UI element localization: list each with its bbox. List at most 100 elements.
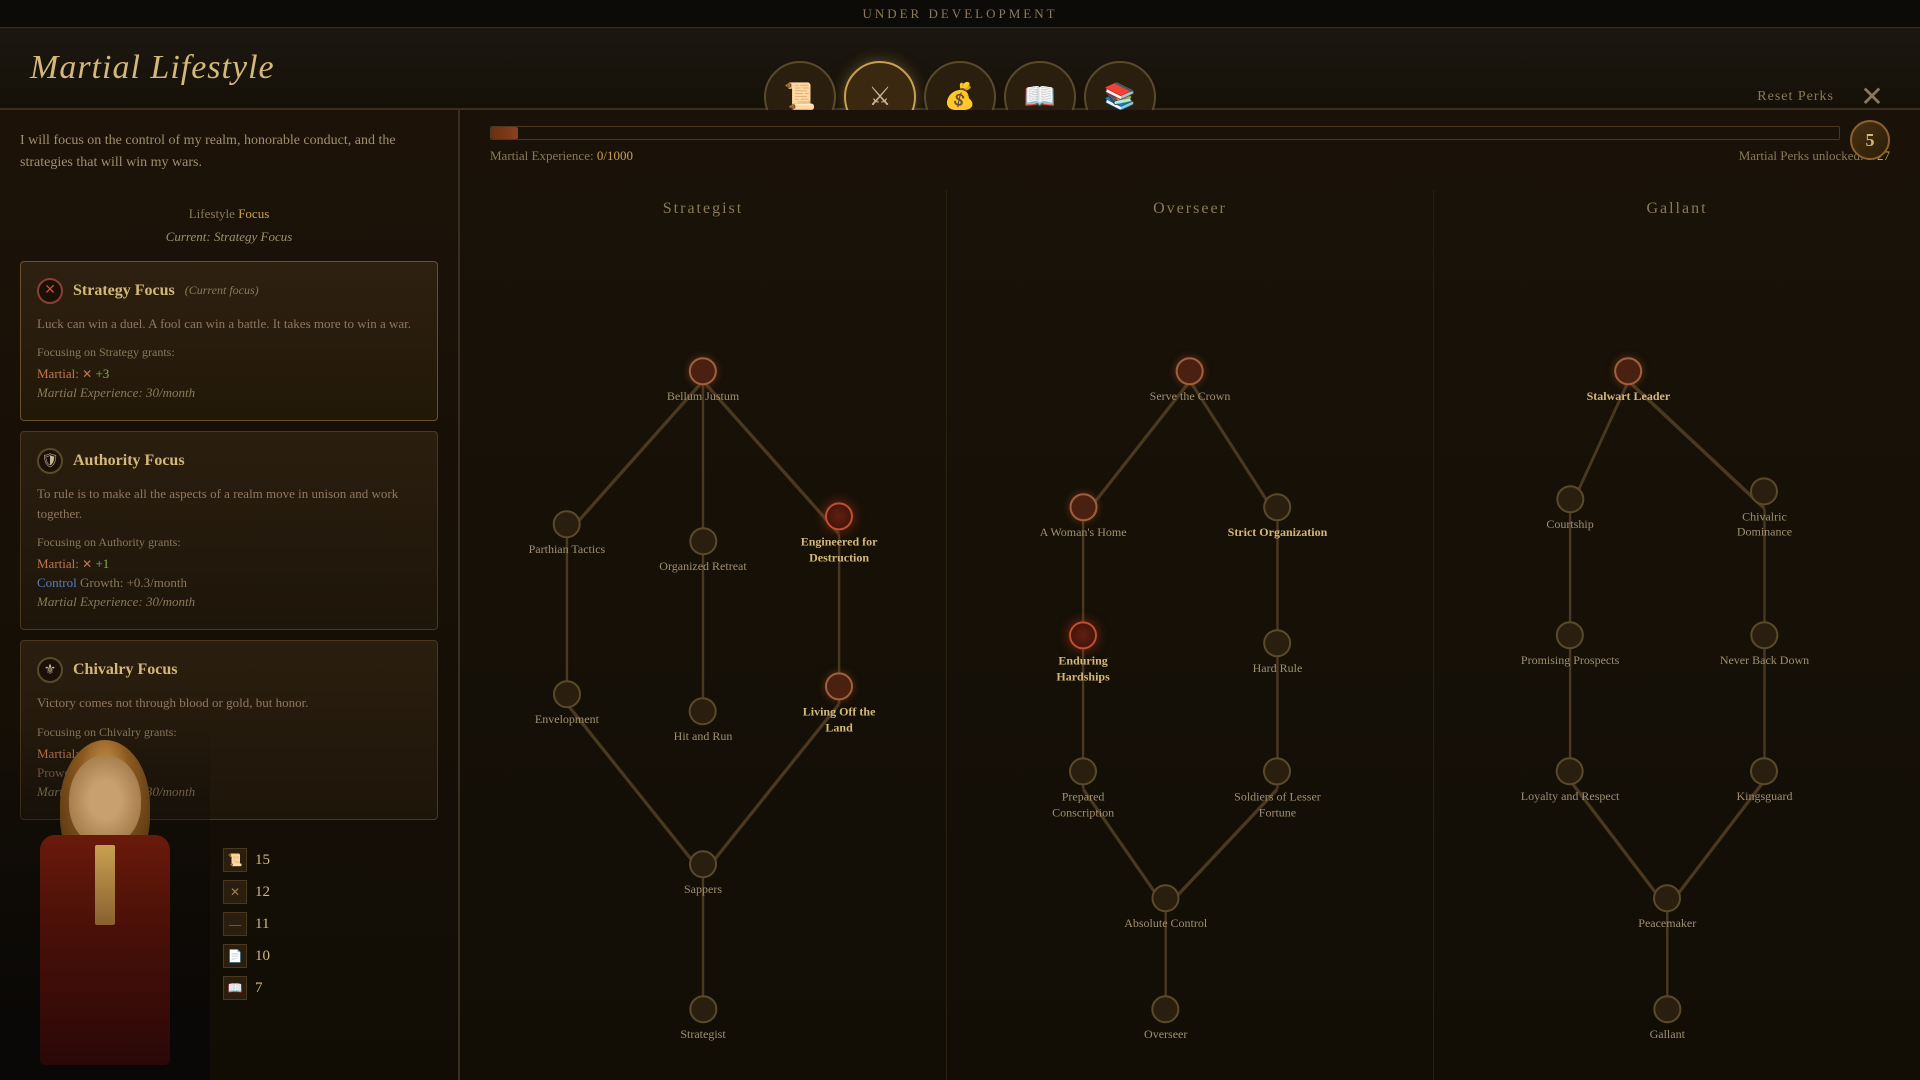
perk-serve-crown[interactable]: Serve the Crown bbox=[1150, 357, 1231, 405]
strategy-grants: Focusing on Strategy grants: bbox=[37, 345, 421, 360]
perk-gallant-bottom[interactable]: Gallant bbox=[1650, 995, 1685, 1043]
strategy-card-header: ✕ Strategy Focus (Current focus) bbox=[37, 278, 421, 304]
parthian-tactics-label: Parthian Tactics bbox=[529, 542, 606, 558]
serve-crown-circle bbox=[1176, 357, 1204, 385]
perk-living-off-land[interactable]: Living Off the Land bbox=[789, 672, 889, 735]
perk-points-value: 5 bbox=[1866, 130, 1875, 151]
perk-peacemaker[interactable]: Peacemaker bbox=[1638, 884, 1696, 932]
perk-bellum-justum[interactable]: Bellum Justum bbox=[667, 357, 739, 405]
overseer-column: Overseer bbox=[947, 190, 1434, 1080]
stat-icon-3: — bbox=[223, 912, 247, 936]
stat-row-3: — 11 bbox=[223, 912, 270, 936]
organized-retreat-label: Organized Retreat bbox=[659, 559, 746, 575]
stat-value-5: 7 bbox=[255, 980, 263, 997]
stalwart-leader-circle bbox=[1614, 357, 1642, 385]
perk-overseer-bottom[interactable]: Overseer bbox=[1144, 995, 1187, 1043]
gallant-bottom-circle bbox=[1653, 995, 1681, 1023]
stat-value-1: 15 bbox=[255, 852, 270, 869]
header: Martial Lifestyle 📜 2 ⚔ 5 💰 📖 5 📚 Reset … bbox=[0, 28, 1920, 110]
authority-focus-card[interactable]: 🛡 Authority Focus To rule is to make all… bbox=[20, 431, 438, 630]
perk-organized-retreat[interactable]: Organized Retreat bbox=[659, 527, 746, 575]
perk-soldiers-lesser[interactable]: Soldiers of Lesser Fortune bbox=[1227, 757, 1327, 820]
strategy-stat-martial: Martial: ✕ +3 bbox=[37, 366, 421, 382]
perk-envelopment[interactable]: Envelopment bbox=[535, 680, 599, 728]
perk-sappers[interactable]: Sappers bbox=[684, 850, 722, 898]
character-stats: 📜 15 ✕ 12 — 11 📄 10 📖 7 bbox=[215, 848, 270, 1000]
hit-and-run-circle bbox=[689, 697, 717, 725]
perk-courtship[interactable]: Courtship bbox=[1546, 485, 1593, 533]
exp-bar-background bbox=[490, 126, 1840, 140]
chivalric-dominance-label: Chivalric Dominance bbox=[1714, 509, 1814, 540]
serve-crown-label: Serve the Crown bbox=[1150, 389, 1231, 405]
page-title: Martial Lifestyle bbox=[30, 49, 275, 87]
perk-loyalty-respect[interactable]: Loyalty and Respect bbox=[1521, 757, 1620, 805]
gallant-connections bbox=[1434, 228, 1920, 1078]
sappers-circle bbox=[689, 850, 717, 878]
stat-row-5: 📖 7 bbox=[223, 976, 270, 1000]
perk-stalwart-leader[interactable]: Stalwart Leader bbox=[1587, 357, 1671, 405]
hit-and-run-label: Hit and Run bbox=[674, 729, 733, 745]
stat-value-4: 10 bbox=[255, 948, 270, 965]
perk-chivalric-dominance[interactable]: Chivalric Dominance bbox=[1714, 477, 1814, 540]
current-focus: Current: Strategy Focus bbox=[20, 229, 438, 245]
perk-engineered-destruction[interactable]: Engineered for Destruction bbox=[789, 502, 889, 565]
perk-tree-area: Strategist bbox=[460, 190, 1920, 1080]
perk-promising-prospects[interactable]: Promising Prospects bbox=[1521, 621, 1619, 669]
authority-card-header: 🛡 Authority Focus bbox=[37, 448, 421, 474]
overseer-bottom-circle bbox=[1152, 995, 1180, 1023]
absolute-control-circle bbox=[1152, 884, 1180, 912]
organized-retreat-circle bbox=[689, 527, 717, 555]
womans-home-circle bbox=[1069, 493, 1097, 521]
perk-enduring-hardships[interactable]: Enduring Hardships bbox=[1033, 621, 1133, 684]
perk-parthian-tactics[interactable]: Parthian Tactics bbox=[529, 510, 606, 558]
sappers-label: Sappers bbox=[684, 882, 722, 898]
exp-label: Martial Experience: 0/1000 bbox=[490, 148, 633, 164]
gallant-bottom-label: Gallant bbox=[1650, 1027, 1685, 1043]
lifestyle-description: I will focus on the control of my realm,… bbox=[20, 130, 400, 175]
perk-never-back-down[interactable]: Never Back Down bbox=[1720, 621, 1809, 669]
hard-rule-label: Hard Rule bbox=[1253, 661, 1303, 677]
hard-rule-circle bbox=[1263, 629, 1291, 657]
bellum-justum-label: Bellum Justum bbox=[667, 389, 739, 405]
focus-label-normal: Lifestyle bbox=[189, 206, 238, 221]
strategy-focus-card[interactable]: ✕ Strategy Focus (Current focus) Luck ca… bbox=[20, 261, 438, 422]
loyalty-respect-label: Loyalty and Respect bbox=[1521, 789, 1620, 805]
overseer-bottom-label: Overseer bbox=[1144, 1027, 1187, 1043]
engineered-destruction-label: Engineered for Destruction bbox=[789, 534, 889, 565]
overseer-connections bbox=[947, 228, 1433, 1078]
banner-text: UNDER DEVELOPMENT bbox=[862, 6, 1057, 22]
chivalry-name: Chivalry Focus bbox=[73, 661, 177, 679]
gallant-tree: Stalwart Leader Courtship Chivalric Domi… bbox=[1434, 228, 1920, 1078]
strategy-stat-exp: Martial Experience: 30/month bbox=[37, 385, 421, 401]
enduring-hardships-circle bbox=[1069, 621, 1097, 649]
perk-kingsguard[interactable]: Kingsguard bbox=[1736, 757, 1792, 805]
perk-absolute-control[interactable]: Absolute Control bbox=[1124, 884, 1207, 932]
strategist-bottom-circle bbox=[689, 995, 717, 1023]
exp-bar-fill bbox=[491, 127, 518, 139]
strategy-name: Strategy Focus bbox=[73, 282, 175, 300]
perk-womans-home[interactable]: A Woman's Home bbox=[1040, 493, 1127, 541]
title-italic: Lifestyle bbox=[150, 49, 274, 86]
perk-hard-rule[interactable]: Hard Rule bbox=[1253, 629, 1303, 677]
gallant-header: Gallant bbox=[1434, 190, 1920, 228]
left-panel: I will focus on the control of my realm,… bbox=[0, 110, 460, 1080]
overseer-tree: Serve the Crown A Woman's Home Strict Or… bbox=[947, 228, 1433, 1078]
stat-icon-1: 📜 bbox=[223, 848, 247, 872]
parthian-tactics-circle bbox=[553, 510, 581, 538]
current-focus-text: Current: Strategy Focus bbox=[166, 229, 293, 244]
focus-label-highlight: Focus bbox=[238, 206, 269, 221]
chivalry-icon: ⚜ bbox=[37, 657, 63, 683]
authority-grants: Focusing on Authority grants: bbox=[37, 535, 421, 550]
stat-row-4: 📄 10 bbox=[223, 944, 270, 968]
stat-value-3: 11 bbox=[255, 916, 269, 933]
kingsguard-label: Kingsguard bbox=[1736, 789, 1792, 805]
authority-name: Authority Focus bbox=[73, 452, 185, 470]
perk-strategist-bottom[interactable]: Strategist bbox=[680, 995, 725, 1043]
perk-hit-and-run[interactable]: Hit and Run bbox=[674, 697, 733, 745]
focus-label: Lifestyle Focus bbox=[20, 205, 438, 223]
reset-button[interactable]: Reset Perks bbox=[1757, 89, 1834, 105]
stat-row-1: 📜 15 bbox=[223, 848, 270, 872]
peacemaker-label: Peacemaker bbox=[1638, 916, 1696, 932]
perk-strict-organization[interactable]: Strict Organization bbox=[1228, 493, 1328, 541]
perk-prepared-conscription[interactable]: Prepared Conscription bbox=[1033, 757, 1133, 820]
